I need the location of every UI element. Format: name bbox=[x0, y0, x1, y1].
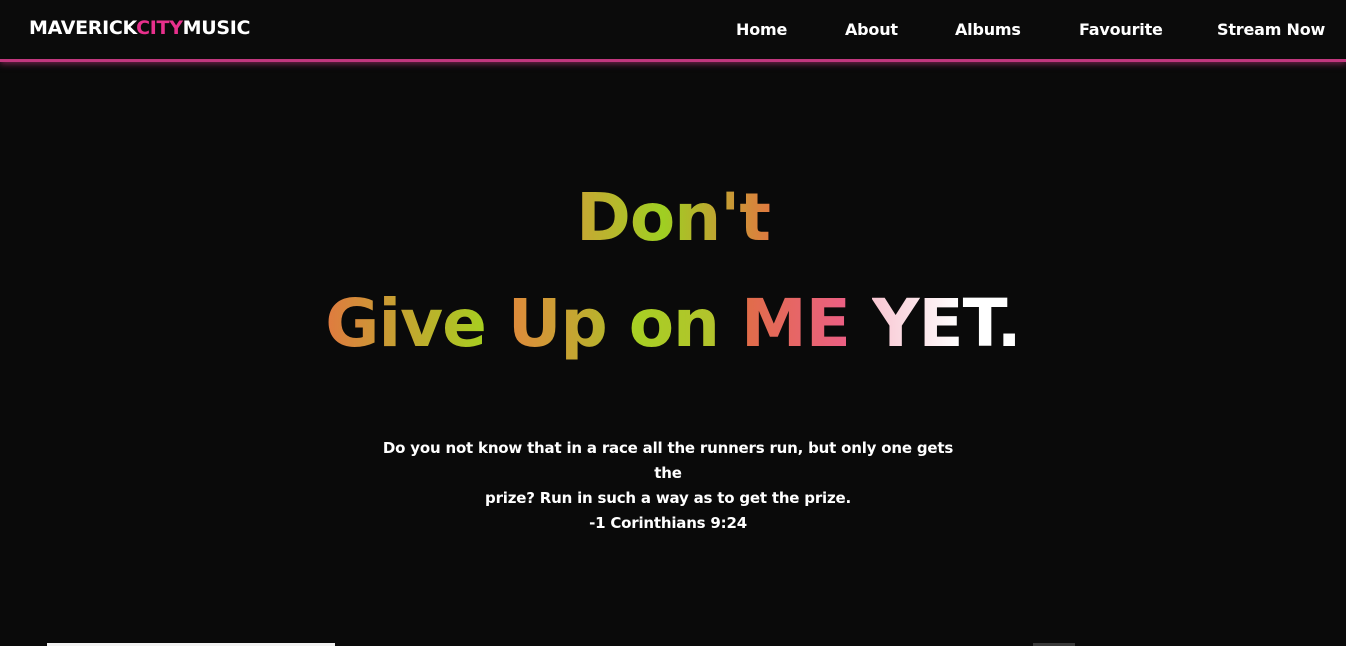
nav-link-favourite[interactable]: Favourite bbox=[1079, 20, 1163, 39]
hero-word-on: on bbox=[628, 285, 720, 362]
hero-headline-line2: Give Up on ME YET. bbox=[0, 284, 1346, 364]
brand-logo-part-city: CITY bbox=[136, 17, 183, 39]
verse-line-2: prize? Run in such a way as to get the p… bbox=[485, 489, 851, 507]
brand-logo[interactable]: MAVERICKCITYMUSIC bbox=[29, 17, 251, 39]
hero-word-give: Give bbox=[325, 285, 487, 362]
nav-link-stream-now[interactable]: Stream Now bbox=[1217, 20, 1325, 39]
nav-link-home[interactable]: Home bbox=[736, 20, 787, 39]
top-navbar: MAVERICKCITYMUSIC Home About Albums Favo… bbox=[0, 0, 1346, 62]
nav-link-about[interactable]: About bbox=[845, 20, 898, 39]
hero-word-up: Up bbox=[507, 285, 608, 362]
brand-logo-part-maverick: MAVERICK bbox=[29, 17, 137, 39]
nav-link-albums[interactable]: Albums bbox=[955, 20, 1021, 39]
verse-reference: -1 Corinthians 9:24 bbox=[589, 514, 747, 532]
brand-logo-part-music: MUSIC bbox=[182, 17, 251, 39]
hero-headline-line1: Don't bbox=[0, 178, 1346, 258]
verse-line-1: Do you not know that in a race all the r… bbox=[382, 439, 954, 482]
hero-word-dont: Don't bbox=[576, 179, 771, 256]
hero-word-me: ME bbox=[741, 285, 851, 362]
bible-verse: Do you not know that in a race all the r… bbox=[368, 436, 968, 536]
hero-word-yet: YET. bbox=[871, 285, 1022, 362]
